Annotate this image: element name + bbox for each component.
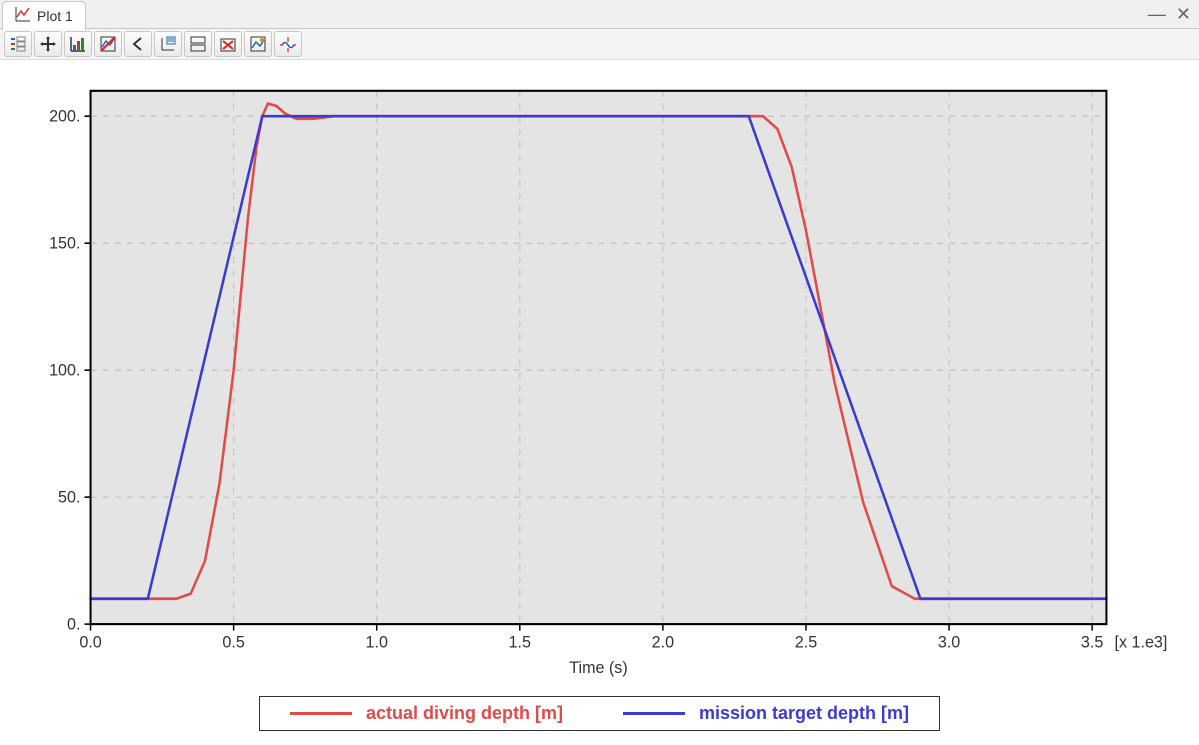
split-icon[interactable] [184, 31, 212, 57]
close-button[interactable]: ✕ [1176, 5, 1191, 23]
minimize-button[interactable]: — [1148, 5, 1166, 23]
svg-text:3.5: 3.5 [1081, 632, 1103, 652]
svg-text:100.: 100. [49, 360, 80, 380]
legend-icon[interactable] [4, 31, 32, 57]
legend-box: actual diving depth [m] mission target d… [259, 696, 940, 731]
annotate-icon[interactable] [244, 31, 272, 57]
legend-label-series1: actual diving depth [m] [366, 703, 563, 724]
legend-item-series1: actual diving depth [m] [290, 703, 563, 724]
svg-text:0.: 0. [67, 614, 80, 634]
svg-text:0.5: 0.5 [222, 632, 244, 652]
svg-text:2.5: 2.5 [795, 632, 817, 652]
plot-content-area: 0.0 0.5 1.0 1.5 2.0 2.5 3.0 3.5 0. 50. 100. 150. 200… [0, 60, 1199, 745]
svg-text:1.0: 1.0 [366, 632, 388, 652]
svg-text:Time (s): Time (s) [569, 658, 627, 678]
legend-item-series2: mission target depth [m] [623, 703, 909, 724]
svg-text:200.: 200. [49, 106, 80, 126]
tab-plot-1[interactable]: Plot 1 [2, 1, 86, 30]
plot-window: Plot 1 — ✕ 0.0 0.5 1.0 1.5 2.0 2.5 3.0 3.5 0. 50.… [0, 0, 1199, 745]
svg-text:0.0: 0.0 [79, 632, 101, 652]
tab-label: Plot 1 [37, 8, 73, 24]
legend-swatch-series2 [623, 712, 685, 715]
plot-frame: 0.0 0.5 1.0 1.5 2.0 2.5 3.0 3.5 0. 50. 100. 150. 200… [20, 78, 1179, 731]
disable-autoscale-icon[interactable] [94, 31, 122, 57]
pan-icon[interactable] [34, 31, 62, 57]
svg-text:150.: 150. [49, 233, 80, 253]
svg-text:1.5: 1.5 [509, 632, 531, 652]
legend-swatch-series1 [290, 712, 352, 715]
axis-scale-icon[interactable] [64, 31, 92, 57]
legend-label-series2: mission target depth [m] [699, 703, 909, 724]
svg-text:2.0: 2.0 [652, 632, 674, 652]
axis-options-icon[interactable] [154, 31, 182, 57]
toolbar [0, 29, 1199, 60]
window-controls: — ✕ [1148, 0, 1191, 28]
svg-text:[x 1.e3]: [x 1.e3] [1114, 632, 1167, 652]
titlebar: Plot 1 — ✕ [0, 0, 1199, 29]
back-icon[interactable] [124, 31, 152, 57]
cursor-icon[interactable] [274, 31, 302, 57]
delete-icon[interactable] [214, 31, 242, 57]
plot-tab-icon [15, 6, 31, 25]
svg-text:3.0: 3.0 [938, 632, 960, 652]
svg-text:50.: 50. [58, 487, 80, 507]
plot-canvas[interactable]: 0.0 0.5 1.0 1.5 2.0 2.5 3.0 3.5 0. 50. 100. 150. 200… [20, 78, 1179, 686]
